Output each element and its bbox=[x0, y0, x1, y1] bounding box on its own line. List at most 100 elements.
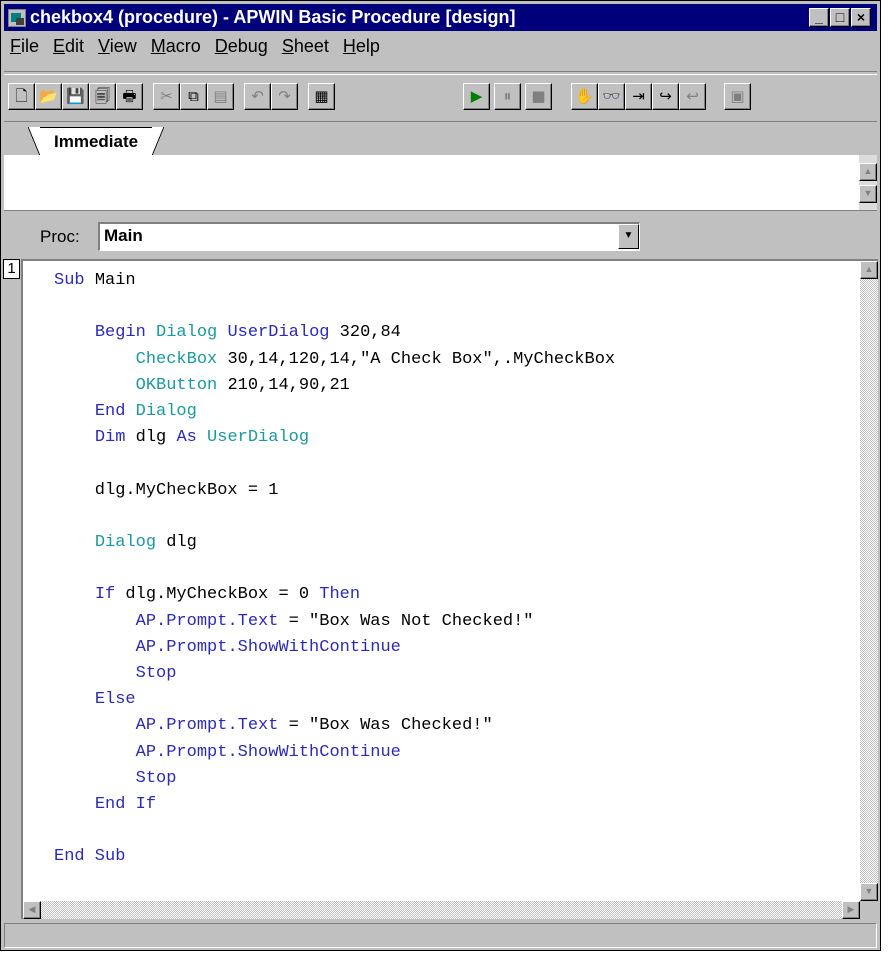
editor-vertical-scrollbar[interactable]: ▲ ▼ bbox=[860, 261, 878, 901]
code-keyword: End If bbox=[94, 795, 157, 815]
code-text-token: dlg bbox=[135, 428, 177, 448]
step-into-button[interactable]: ⇥ bbox=[625, 83, 652, 110]
code-line[interactable] bbox=[54, 451, 615, 477]
title-bar[interactable]: chekbox4 (procedure) - APWIN Basic Proce… bbox=[4, 4, 877, 31]
code-line[interactable]: dlg.MyCheckBox = 1 bbox=[54, 478, 615, 504]
code-line[interactable]: If dlg.MyCheckBox = 0 Then bbox=[54, 582, 615, 608]
code-line[interactable]: End Dialog bbox=[54, 399, 615, 425]
redo-button[interactable]: ↷ bbox=[271, 83, 298, 110]
hand-button[interactable]: ✋ bbox=[571, 83, 598, 110]
step-over-button[interactable]: ↪ bbox=[652, 83, 679, 110]
immediate-scroll-up-button[interactable]: ▲ bbox=[859, 163, 877, 181]
cut-button[interactable]: ✂ bbox=[153, 83, 180, 110]
cut-icon: ✂ bbox=[160, 87, 173, 105]
hand-icon: ✋ bbox=[575, 87, 594, 105]
new-button[interactable]: 🗋 bbox=[8, 83, 35, 110]
undo-button[interactable]: ↶ bbox=[244, 83, 271, 110]
step-out-button[interactable]: ↩ bbox=[679, 83, 706, 110]
code-line[interactable]: End If bbox=[54, 792, 615, 818]
code-line[interactable]: CheckBox 30,14,120,14,"A Check Box",.MyC… bbox=[54, 347, 616, 373]
editor-scroll-right-button[interactable]: ▶ bbox=[842, 901, 860, 919]
editor-horizontal-scrollbar[interactable]: ◀ ▶ bbox=[23, 901, 860, 919]
scroll-corner bbox=[860, 901, 878, 919]
menu-debug[interactable]: Debug bbox=[209, 36, 276, 57]
procedure-window: chekbox4 (procedure) - APWIN Basic Proce… bbox=[0, 0, 881, 951]
step-over-icon: ↪ bbox=[659, 87, 672, 105]
dialog-editor-button[interactable]: ▦ bbox=[308, 83, 335, 110]
close-button[interactable]: × bbox=[851, 8, 871, 27]
save-button[interactable]: 💾 bbox=[62, 83, 89, 110]
code-line[interactable]: Dialog dlg bbox=[54, 530, 615, 556]
code-text-token: dlg bbox=[166, 533, 197, 553]
code-line[interactable] bbox=[54, 818, 615, 844]
code-keyword: Else bbox=[94, 690, 136, 710]
code-line[interactable] bbox=[54, 556, 615, 582]
stop-icon: ■ bbox=[531, 87, 546, 105]
maximize-button[interactable]: □ bbox=[830, 8, 850, 27]
run-icon: ▶ bbox=[470, 87, 483, 105]
app-icon[interactable] bbox=[8, 8, 26, 27]
code-keyword: If bbox=[94, 585, 126, 605]
print-button[interactable]: 🖶 bbox=[116, 83, 143, 110]
save-all-button[interactable]: 🗐 bbox=[89, 83, 116, 110]
menu-edit[interactable]: Edit bbox=[47, 36, 92, 57]
redo-icon: ↷ bbox=[278, 87, 291, 105]
editor-scroll-up-button[interactable]: ▲ bbox=[860, 261, 878, 279]
menu-help[interactable]: Help bbox=[337, 36, 388, 57]
immediate-pane[interactable]: ▲ ▼ bbox=[4, 155, 877, 211]
menu-view[interactable]: View bbox=[92, 36, 145, 57]
open-button[interactable]: 📂 bbox=[35, 83, 62, 110]
code-keyword: Begin bbox=[94, 323, 157, 343]
watch-icon: 👓 bbox=[602, 87, 621, 105]
run-button[interactable]: ▶ bbox=[463, 83, 490, 110]
code-line[interactable] bbox=[54, 294, 615, 320]
code-text[interactable]: Sub Main Begin Dialog UserDialog 320,84 … bbox=[54, 268, 615, 871]
copy-button[interactable]: ⧉ bbox=[180, 83, 207, 110]
proc-bar: Proc: Main ▼ bbox=[4, 215, 877, 257]
code-text-token: Main bbox=[94, 271, 136, 290]
code-line[interactable]: AP.Prompt.Text = "Box Was Not Checked!" bbox=[54, 609, 615, 635]
watch-button[interactable]: 👓 bbox=[598, 83, 625, 110]
code-line[interactable]: AP.Prompt.Text = "Box Was Checked!" bbox=[54, 713, 615, 739]
tab-strip: Immediate bbox=[4, 121, 877, 156]
code-line[interactable]: AP.Prompt.ShowWithContinue bbox=[54, 740, 615, 766]
paste-button[interactable]: ▤ bbox=[207, 83, 234, 110]
code-line[interactable]: End Sub bbox=[54, 844, 615, 870]
proc-select[interactable]: Main ▼ bbox=[98, 222, 640, 251]
code-object: Dialog bbox=[156, 323, 228, 343]
pause-button[interactable]: ⏸ bbox=[494, 83, 521, 110]
references-button[interactable]: ▣ bbox=[724, 83, 751, 110]
code-line[interactable]: Begin Dialog UserDialog 320,84 bbox=[54, 320, 615, 346]
immediate-scrollbar[interactable]: ▲ ▼ bbox=[859, 155, 877, 210]
proc-dropdown-button[interactable]: ▼ bbox=[618, 224, 639, 249]
menu-macro[interactable]: Macro bbox=[145, 36, 209, 57]
code-keyword: AP.Prompt.ShowWithContinue bbox=[135, 742, 401, 762]
code-keyword: End Sub bbox=[54, 847, 126, 867]
code-editor[interactable]: Sub Main Begin Dialog UserDialog 320,84 … bbox=[21, 259, 878, 919]
code-text-token: 210,14,90,21 bbox=[227, 375, 350, 395]
code-line[interactable]: AP.Prompt.ShowWithContinue bbox=[54, 635, 615, 661]
code-line[interactable]: Else bbox=[54, 687, 615, 713]
code-line[interactable]: Dim dlg As UserDialog bbox=[54, 425, 615, 451]
code-line[interactable]: Stop bbox=[54, 766, 615, 792]
code-line[interactable]: OKButton 210,14,90,21 bbox=[54, 373, 615, 399]
menu-file[interactable]: File bbox=[4, 36, 47, 57]
tab-immediate[interactable]: Immediate bbox=[27, 127, 165, 156]
code-line[interactable] bbox=[54, 504, 615, 530]
stop-button[interactable]: ■ bbox=[525, 83, 552, 110]
toolbar: 🗋 📂 💾 🗐 🖶 ✂ ⧉ ▤ ↶ ↷ ▦ ▶ ⏸ ■ ✋ 👓 ⇥ ↪ ↩ ▣ bbox=[4, 71, 877, 121]
code-object: UserDialog bbox=[207, 428, 310, 448]
minimize-button[interactable]: _ bbox=[809, 8, 829, 27]
code-line[interactable]: Sub Main bbox=[54, 268, 615, 294]
code-keyword: AP.Prompt.Text bbox=[135, 611, 279, 631]
editor-scroll-down-button[interactable]: ▼ bbox=[860, 883, 878, 901]
code-line[interactable]: Stop bbox=[54, 661, 615, 687]
copy-icon: ⧉ bbox=[188, 87, 199, 105]
menu-sheet[interactable]: Sheet bbox=[276, 36, 337, 57]
editor-scroll-left-button[interactable]: ◀ bbox=[23, 901, 41, 919]
immediate-scroll-down-button[interactable]: ▼ bbox=[859, 185, 877, 203]
proc-label: Proc: bbox=[40, 227, 80, 246]
